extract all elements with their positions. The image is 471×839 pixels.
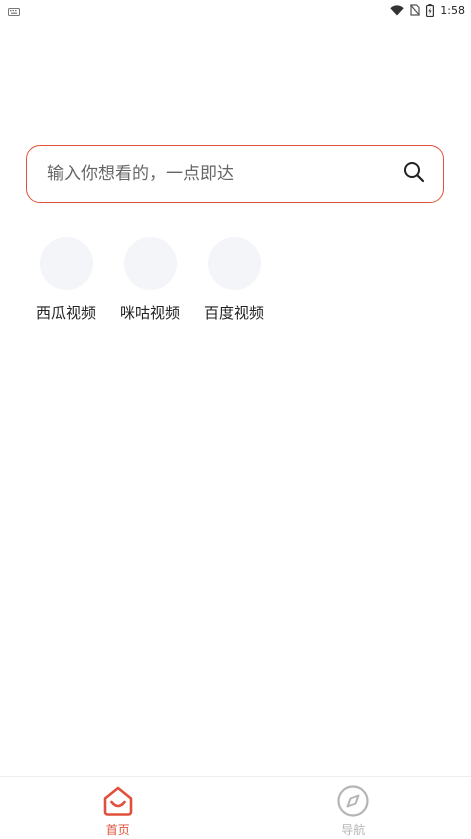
xigua-video-icon [39,237,93,290]
shortcut-baidu-video[interactable]: 百度视频 [202,237,266,323]
shortcut-label: 百度视频 [203,304,264,322]
search-icon [402,160,426,188]
shortcut-label: 咪咕视频 [119,304,180,322]
shortcut-xigua-video[interactable]: 西瓜视频 [34,237,98,323]
nav-tab-navigation[interactable]: 导航 [236,777,471,839]
status-right: 1:58 [390,3,465,17]
search-input[interactable] [47,164,377,184]
bottom-nav: 首页 导航 [0,776,471,839]
shortcut-grid: 西瓜视频 咪咕视频 百度视频 [34,237,266,323]
app-screen: 1:58 西瓜视频 咪咕视频 百度视频 [0,0,471,839]
status-left [8,1,20,20]
no-sim-icon [410,4,421,16]
shortcut-label: 西瓜视频 [35,304,96,322]
search-button[interactable] [399,159,429,189]
baidu-video-icon [207,237,261,290]
shortcut-migu-video[interactable]: 咪咕视频 [118,237,182,323]
keyboard-icon [8,1,20,20]
migu-video-icon [123,237,177,290]
compass-icon [336,784,370,818]
status-time: 1:58 [440,3,465,17]
status-bar: 1:58 [0,0,471,20]
nav-label-home: 首页 [105,823,130,837]
wifi-icon [390,4,404,16]
nav-tab-home[interactable]: 首页 [0,777,236,839]
battery-charging-icon [426,3,435,17]
nav-label-navigation: 导航 [341,823,366,837]
search-box[interactable] [26,145,444,203]
home-icon [101,784,135,818]
